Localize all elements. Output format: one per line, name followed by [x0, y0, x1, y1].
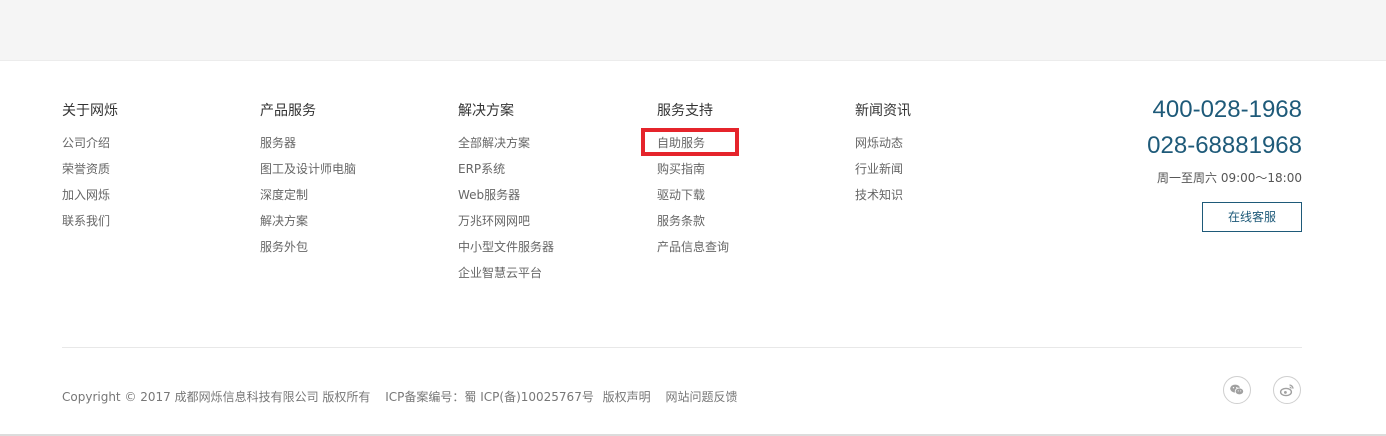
footer-column-support: 服务支持 自助服务 购买指南 驱动下载 服务条款 产品信息查询 — [641, 102, 739, 266]
feedback-link[interactable]: 网站问题反馈 — [666, 390, 738, 404]
column-title: 产品服务 — [260, 103, 316, 119]
wechat-icon — [1230, 384, 1244, 396]
footer-column-solutions: 解决方案 全部解决方案 ERP系统 Web服务器 万兆环网网吧 中小型文件服务器… — [458, 102, 554, 292]
footer-link-custom[interactable]: 深度定制 — [260, 188, 356, 214]
footer-link-outsourcing[interactable]: 服务外包 — [260, 240, 356, 266]
footer-link-contact-us[interactable]: 联系我们 — [62, 214, 118, 240]
wechat-button[interactable] — [1223, 376, 1251, 404]
footer-link-buying-guide[interactable]: 购买指南 — [657, 162, 729, 188]
footer-link-solutions[interactable]: 解决方案 — [260, 214, 356, 240]
footer-link-company-news[interactable]: 网烁动态 — [855, 136, 911, 162]
copyright-bar: Copyright © 2017 成都网烁信息科技有限公司 版权所有 ICP备案… — [62, 388, 749, 405]
footer-column-about: 关于网烁 公司介绍 荣誉资质 加入网烁 联系我们 — [62, 102, 118, 240]
online-service-button[interactable]: 在线客服 — [1202, 202, 1302, 232]
footer-link-industry-news[interactable]: 行业新闻 — [855, 162, 911, 188]
footer-link-workstations[interactable]: 图工及设计师电脑 — [260, 162, 356, 188]
footer-link-tech-knowledge[interactable]: 技术知识 — [855, 188, 911, 214]
weibo-icon — [1279, 384, 1294, 397]
footer-link-net-cafe[interactable]: 万兆环网网吧 — [458, 214, 554, 240]
weibo-button[interactable] — [1273, 376, 1301, 404]
copyright-statement-link[interactable]: 版权声明 — [603, 390, 651, 404]
footer-link-honors[interactable]: 荣誉资质 — [62, 162, 118, 188]
top-band — [0, 0, 1386, 61]
footer-link-erp[interactable]: ERP系统 — [458, 162, 554, 188]
office-phone: 028-68881968 — [1147, 132, 1302, 159]
column-title: 解决方案 — [458, 103, 514, 119]
footer-link-terms[interactable]: 服务条款 — [657, 214, 729, 240]
footer-link-company-intro[interactable]: 公司介绍 — [62, 136, 118, 162]
column-title: 新闻资讯 — [855, 103, 911, 119]
footer-column-news: 新闻资讯 网烁动态 行业新闻 技术知识 — [855, 102, 911, 214]
footer-link-servers[interactable]: 服务器 — [260, 136, 356, 162]
footer-link-join-us[interactable]: 加入网烁 — [62, 188, 118, 214]
self-service-label: 自助服务 — [657, 136, 706, 150]
footer-link-file-server[interactable]: 中小型文件服务器 — [458, 240, 554, 266]
footer-link-self-service[interactable]: 自助服务 — [641, 128, 739, 162]
footer-link-product-lookup[interactable]: 产品信息查询 — [657, 240, 729, 266]
hotline-phone: 400-028-1968 — [1152, 96, 1302, 123]
column-title: 服务支持 — [657, 103, 713, 119]
copyright-text: Copyright © 2017 成都网烁信息科技有限公司 版权所有 — [62, 390, 371, 404]
contact-block: 400-028-1968 028-68881968 周一至周六 09:00～18… — [1147, 92, 1302, 232]
footer-link-drivers[interactable]: 驱动下载 — [657, 188, 729, 214]
footer-column-products: 产品服务 服务器 图工及设计师电脑 深度定制 解决方案 服务外包 — [260, 102, 356, 266]
footer-divider — [62, 347, 1302, 348]
icp-link[interactable]: ICP备案编号：蜀 ICP(备)10025767号 — [385, 390, 594, 404]
site-footer: 关于网烁 公司介绍 荣誉资质 加入网烁 联系我们 产品服务 服务器 图工及设计师… — [0, 61, 1386, 436]
footer-link-all-solutions[interactable]: 全部解决方案 — [458, 136, 554, 162]
footer-link-cloud-platform[interactable]: 企业智慧云平台 — [458, 266, 554, 292]
footer-link-web-server[interactable]: Web服务器 — [458, 188, 554, 214]
column-title: 关于网烁 — [62, 103, 118, 119]
service-hours: 周一至周六 09:00～18:00 — [1157, 171, 1302, 185]
